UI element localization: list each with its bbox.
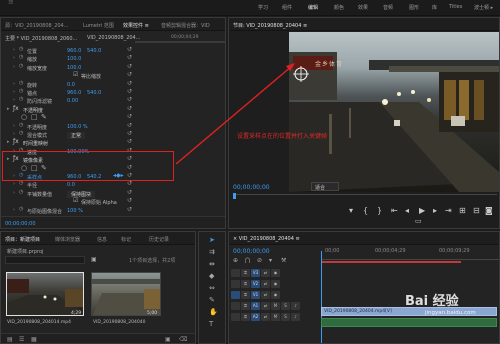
annotation-arrow	[175, 63, 295, 165]
